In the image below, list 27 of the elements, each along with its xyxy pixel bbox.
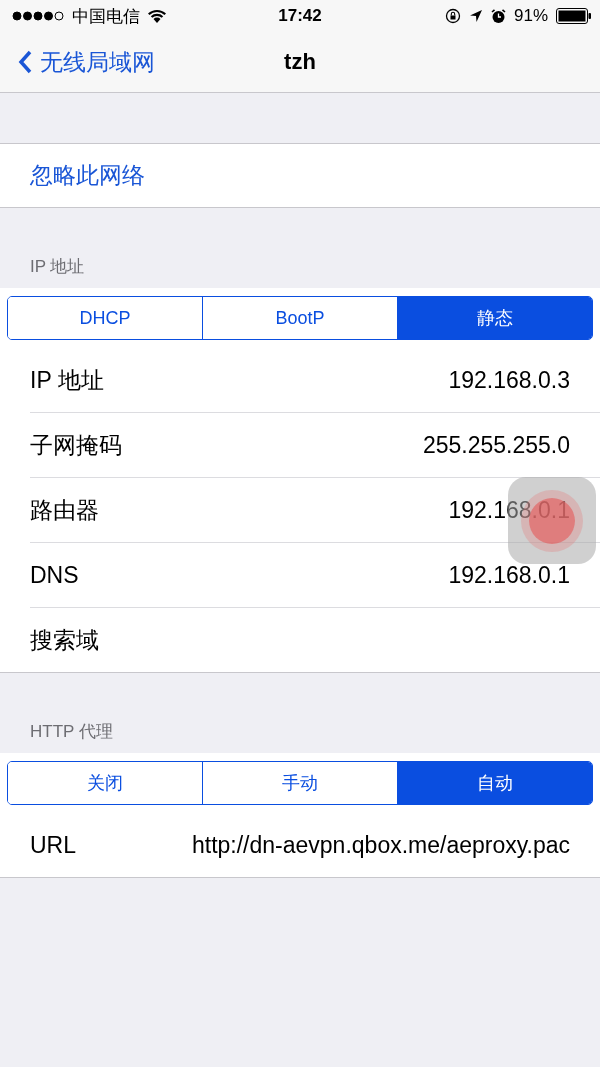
clock-time: 17:42 [278, 6, 322, 26]
section-header: HTTP 代理 [30, 721, 113, 743]
rotation-lock-icon [444, 8, 461, 24]
field-value[interactable]: 255.255.255.0 [422, 431, 570, 459]
alarm-icon [490, 8, 506, 24]
field-label: 路由器 [30, 495, 99, 525]
field-label: DNS [30, 561, 79, 589]
field-value[interactable]: http://dn-aevpn.qbox.me/aeproxy.pac [191, 831, 570, 859]
wifi-icon [148, 9, 166, 23]
field-label: 搜索域 [30, 625, 99, 655]
segment-tab[interactable]: 静态 [397, 297, 592, 339]
field-value[interactable]: 192.168.0.3 [448, 366, 570, 394]
signal-icon [12, 11, 64, 21]
battery-icon [556, 8, 592, 24]
forget-network-button[interactable]: 忽略此网络 [0, 143, 600, 208]
page-title: tzh [284, 49, 316, 75]
carrier-name: 中国电信 [72, 5, 140, 28]
segment-tab[interactable]: 自动 [397, 762, 592, 804]
back-button[interactable]: 无线局域网 [0, 46, 155, 78]
battery-percent: 91% [513, 6, 548, 26]
section-header: IP 地址 [30, 256, 85, 278]
field-label: URL [30, 831, 76, 859]
field-label: IP 地址 [30, 365, 104, 395]
chevron-left-icon[interactable] [18, 50, 32, 74]
field-value[interactable]: 192.168.0.1 [448, 561, 570, 589]
field-label: 子网掩码 [30, 430, 122, 460]
location-icon [468, 9, 483, 23]
